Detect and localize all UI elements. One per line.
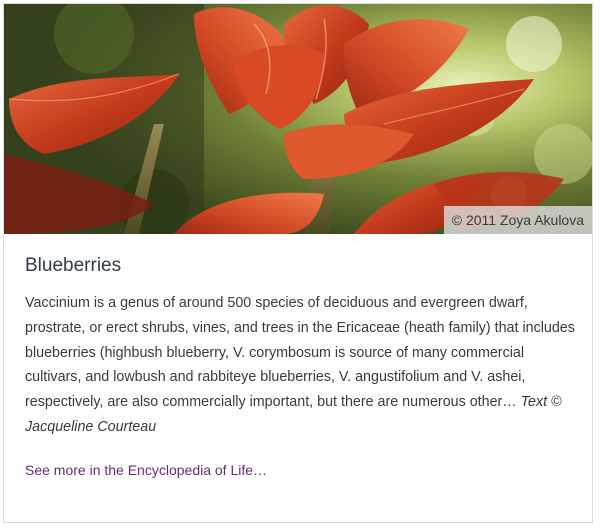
card-content: Blueberries Vaccinium is a genus of arou… — [25, 254, 577, 480]
species-card: © 2011 Zoya Akulova Blueberries Vacciniu… — [3, 3, 593, 523]
plant-photo-illustration — [4, 4, 592, 234]
encyclopedia-of-life-link[interactable]: See more in the Encyclopedia of Life… — [25, 460, 267, 480]
species-description: Vaccinium is a genus of around 500 speci… — [25, 291, 577, 440]
species-title: Blueberries — [25, 255, 122, 276]
species-photo: © 2011 Zoya Akulova — [4, 4, 592, 234]
description-text: Vaccinium is a genus of around 500 speci… — [25, 295, 575, 411]
photo-credit: © 2011 Zoya Akulova — [443, 206, 592, 234]
